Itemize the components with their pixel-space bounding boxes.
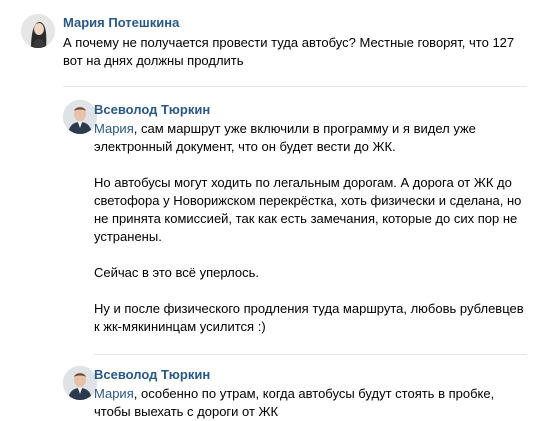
- avatar[interactable]: [63, 100, 97, 134]
- man-portrait-avatar-icon: [63, 366, 97, 400]
- comment-body: А почему не получается провести туда авт…: [63, 35, 515, 68]
- divider: [94, 354, 527, 355]
- divider: [63, 86, 527, 87]
- comment-text: Мария, сам маршрут уже включили в програ…: [94, 120, 524, 336]
- mention-link[interactable]: Мария: [94, 386, 134, 401]
- comment-author[interactable]: Мария Потешкина: [63, 15, 179, 31]
- avatar[interactable]: [63, 366, 97, 400]
- comment-body: , особенно по утрам, когда автобусы буду…: [94, 386, 495, 419]
- comment-author[interactable]: Всеволод Тюркин: [94, 367, 210, 383]
- avatar[interactable]: [21, 14, 55, 48]
- comment-text: Мария, особенно по утрам, когда автобусы…: [94, 385, 494, 421]
- man-portrait-avatar-icon: [63, 100, 97, 134]
- comment-author[interactable]: Всеволод Тюркин: [94, 102, 210, 118]
- mention-link[interactable]: Мария: [94, 121, 134, 136]
- woman-portrait-avatar-icon: [21, 14, 55, 48]
- comment-text: А почему не получается провести туда авт…: [63, 34, 514, 70]
- comment-body: , сам маршрут уже включили в программу и…: [94, 121, 524, 334]
